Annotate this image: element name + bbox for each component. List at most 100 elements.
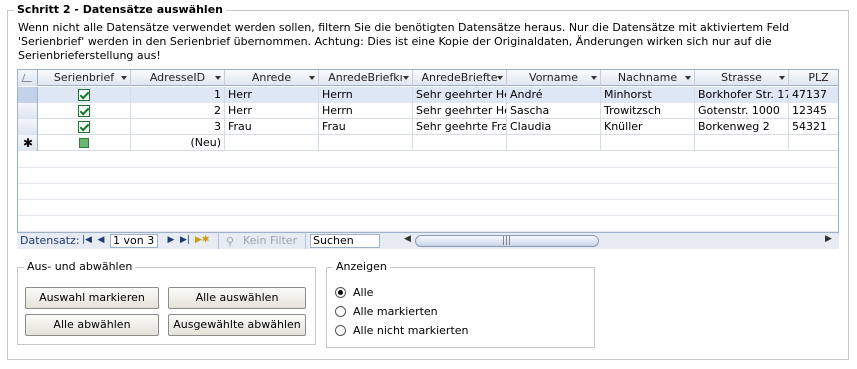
serienbrief-checkbox[interactable] xyxy=(78,89,90,101)
radio-unmarked[interactable] xyxy=(335,325,346,336)
cell-vorname[interactable] xyxy=(507,135,601,151)
select-group-title: Aus- und abwählen xyxy=(24,260,136,273)
radio-label: Alle markierten xyxy=(353,305,438,318)
cell-nachname[interactable]: Knüller xyxy=(601,119,695,135)
cell-plz[interactable]: 47137 xyxy=(789,87,838,103)
sort-dropdown-icon[interactable] xyxy=(497,76,503,80)
column-header-adresseid[interactable]: AdresseID xyxy=(131,70,225,86)
new-record-row[interactable]: ✱ (Neu) xyxy=(18,135,838,151)
radio-marked[interactable] xyxy=(335,306,346,317)
column-header-label: AdresseID xyxy=(149,71,206,84)
table-row[interactable]: 2 Herr Herrn Sehr geehrter He Sascha Tro… xyxy=(18,103,838,119)
cell-strasse[interactable]: Gotenstr. 1000 xyxy=(695,103,789,119)
scrollbar-thumb[interactable]: ||| xyxy=(415,235,599,247)
horizontal-scrollbar[interactable]: ||| xyxy=(415,235,823,247)
previous-record-icon[interactable]: ◀ xyxy=(95,235,107,245)
column-header-vorname[interactable]: Vorname xyxy=(507,70,601,86)
serienbrief-checkbox-cell[interactable] xyxy=(38,119,131,135)
cell-strasse[interactable] xyxy=(695,135,789,151)
cell-anredebrieftext[interactable]: Sehr geehrter He xyxy=(413,87,507,103)
cell-strasse[interactable]: Borkenweg 2 xyxy=(695,119,789,135)
new-record-icon[interactable]: ▶✱ xyxy=(195,235,209,245)
cell-nachname[interactable]: Trowitzsch xyxy=(601,103,695,119)
scroll-left-icon[interactable]: ◀ xyxy=(404,234,411,244)
column-header-label: Nachname xyxy=(617,71,678,84)
serienbrief-checkbox-default[interactable] xyxy=(79,138,89,148)
sort-dropdown-icon[interactable] xyxy=(685,76,691,80)
cell-nachname[interactable]: Minhorst xyxy=(601,87,695,103)
cell-anredebrieftext[interactable] xyxy=(413,135,507,151)
row-selector[interactable]: ✱ xyxy=(18,135,38,151)
select-all-button[interactable]: Alle auswählen xyxy=(168,287,306,309)
cell-plz[interactable]: 12345 xyxy=(789,103,838,119)
cell-strasse[interactable]: Borkhofer Str. 17 xyxy=(695,87,789,103)
show-group-title: Anzeigen xyxy=(333,260,390,273)
column-header-anrede[interactable]: Anrede xyxy=(225,70,319,86)
cell-anredebriefkopf[interactable]: Herrn xyxy=(319,103,413,119)
current-record-field[interactable]: 1 von 3 xyxy=(110,234,158,248)
cell-adresseid[interactable]: (Neu) xyxy=(131,135,225,151)
column-header-label: Serienbrief xyxy=(53,71,115,84)
cell-anredebrieftext[interactable]: Sehr geehrter He xyxy=(413,103,507,119)
serienbrief-checkbox-cell[interactable] xyxy=(38,135,131,151)
mark-selection-button[interactable]: Auswahl markieren xyxy=(25,287,159,309)
row-selector[interactable] xyxy=(18,103,38,119)
cell-anredebriefkopf[interactable] xyxy=(319,135,413,151)
cell-adresseid[interactable]: 3 xyxy=(131,119,225,135)
cell-anrede[interactable]: Frau xyxy=(225,119,319,135)
cell-plz[interactable]: 54321 xyxy=(789,119,838,135)
cell-nachname[interactable] xyxy=(601,135,695,151)
column-header-serienbrief[interactable]: Serienbrief xyxy=(38,70,131,86)
cell-plz[interactable] xyxy=(789,135,838,151)
cell-anrede[interactable]: Herr xyxy=(225,87,319,103)
scrollbar-grip-icon: ||| xyxy=(502,236,512,246)
sort-dropdown-icon[interactable] xyxy=(779,76,785,80)
sort-dropdown-icon[interactable] xyxy=(215,76,221,80)
sort-dropdown-icon[interactable] xyxy=(591,76,597,80)
deselect-all-button[interactable]: Alle abwählen xyxy=(25,314,159,336)
table-row[interactable]: 3 Frau Frau Sehr geehrte Fra Claudia Knü… xyxy=(18,119,838,135)
table-row[interactable]: 1 Herr Herrn Sehr geehrter He André Minh… xyxy=(18,87,838,103)
no-filter-indicator[interactable]: ⚲ Kein Filter xyxy=(218,233,306,249)
cell-anredebrieftext[interactable]: Sehr geehrte Fra xyxy=(413,119,507,135)
step-title: Schritt 2 - Datensätze auswählen xyxy=(14,3,226,16)
row-selector[interactable] xyxy=(18,87,38,103)
column-header-plz[interactable]: PLZ xyxy=(789,70,838,86)
cell-anrede[interactable] xyxy=(225,135,319,151)
cell-adresseid[interactable]: 1 xyxy=(131,87,225,103)
search-input[interactable]: Suchen xyxy=(310,234,380,248)
cell-vorname[interactable]: Claudia xyxy=(507,119,601,135)
sort-dropdown-icon[interactable] xyxy=(121,76,127,80)
cell-adresseid[interactable]: 2 xyxy=(131,103,225,119)
serienbrief-checkbox-cell[interactable] xyxy=(38,87,131,103)
serienbrief-checkbox[interactable] xyxy=(78,105,90,117)
sort-dropdown-icon[interactable] xyxy=(403,76,409,80)
radio-all[interactable] xyxy=(335,287,346,298)
cell-vorname[interactable]: Sascha xyxy=(507,103,601,119)
select-all-corner[interactable] xyxy=(18,70,38,86)
column-header-label: Strasse xyxy=(721,71,762,84)
cell-anrede[interactable]: Herr xyxy=(225,103,319,119)
column-header-strasse[interactable]: Strasse xyxy=(695,70,789,86)
cell-vorname[interactable]: André xyxy=(507,87,601,103)
cell-anredebriefkopf[interactable]: Frau xyxy=(319,119,413,135)
new-record-marker-icon: ✱ xyxy=(23,136,34,150)
column-header-nachname[interactable]: Nachname xyxy=(601,70,695,86)
cell-anredebriefkopf[interactable]: Herrn xyxy=(319,87,413,103)
column-header-label: AnredeBriefkı xyxy=(328,71,403,84)
grid-header: Serienbrief AdresseID Anrede AnredeBrief… xyxy=(18,70,838,86)
sort-dropdown-icon[interactable] xyxy=(309,76,315,80)
record-nav-label: Datensatz: xyxy=(20,234,80,247)
data-grid[interactable]: Serienbrief AdresseID Anrede AnredeBrief… xyxy=(17,69,839,249)
row-selector[interactable] xyxy=(18,119,38,135)
deselect-selected-button[interactable]: Ausgewählte abwählen xyxy=(168,314,306,336)
radio-label: Alle nicht markierten xyxy=(353,324,469,337)
scroll-right-icon[interactable]: ▶ xyxy=(825,234,832,244)
serienbrief-checkbox[interactable] xyxy=(78,121,90,133)
serienbrief-checkbox-cell[interactable] xyxy=(38,103,131,119)
first-record-icon[interactable]: |◀ xyxy=(81,235,93,245)
next-record-icon[interactable]: ▶ xyxy=(165,235,177,245)
column-header-anredebriefkopf[interactable]: AnredeBriefkı xyxy=(319,70,413,86)
column-header-anredebrieftext[interactable]: AnredeBriefte xyxy=(413,70,507,86)
last-record-icon[interactable]: ▶| xyxy=(179,235,191,245)
